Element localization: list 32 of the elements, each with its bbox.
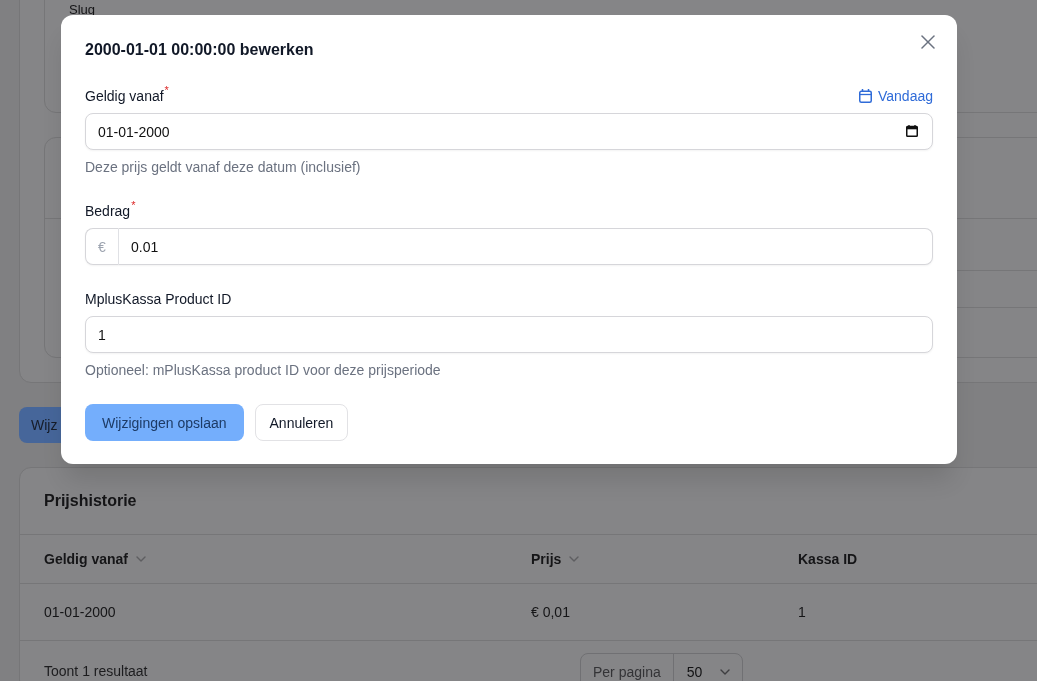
table-cell-text: 1: [798, 603, 806, 622]
required-mark: *: [131, 200, 136, 211]
table-cell-text: € 0,01: [531, 603, 570, 622]
dialog-title: 2000-01-01 00:00:00 bewerken: [85, 40, 314, 60]
chevron-down-icon: [720, 669, 731, 675]
results-count: Toont 1 resultaat: [44, 662, 149, 681]
column-header[interactable]: Geldig vanaf: [20, 535, 507, 584]
text-input[interactable]: 1: [85, 316, 933, 353]
field-label: Geldig vanaf: [85, 87, 164, 106]
cancel-button[interactable]: Annuleren: [254, 404, 349, 441]
column-label: Kassa ID: [798, 550, 858, 569]
select-label: Per pagina: [581, 654, 674, 681]
column-label: Geldig vanaf: [44, 550, 129, 569]
field-label: MplusKassa Product ID: [85, 290, 232, 309]
date-input[interactable]: 01-01-2000: [85, 113, 933, 150]
required-mark: *: [164, 85, 169, 96]
currency-prefix: €: [85, 228, 119, 265]
calendar-icon[interactable]: [906, 125, 918, 137]
column-label: Prijs: [531, 550, 562, 569]
column-header[interactable]: Prijs: [507, 535, 774, 584]
per-page-select[interactable]: Per pagina 50: [580, 653, 744, 681]
close-icon: [921, 35, 935, 49]
field-label: Bedrag: [85, 202, 131, 221]
field-hint: Deze prijs geldt vanaf deze datum (inclusief): [85, 158, 362, 177]
today-link[interactable]: Vandaag: [859, 86, 933, 106]
card-title: Prijshistorie: [44, 491, 137, 511]
field-hint: Optioneel: mPlusKassa product ID voor deze prijsperiode: [85, 361, 442, 380]
table-cell-text: 01-01-2000: [44, 603, 116, 622]
save-button[interactable]: Wijzigingen opslaan: [85, 404, 244, 441]
save-button[interactable]: Wijz: [19, 407, 63, 443]
amount-input[interactable]: 0.01: [119, 228, 933, 265]
calendar-icon: [859, 89, 872, 103]
